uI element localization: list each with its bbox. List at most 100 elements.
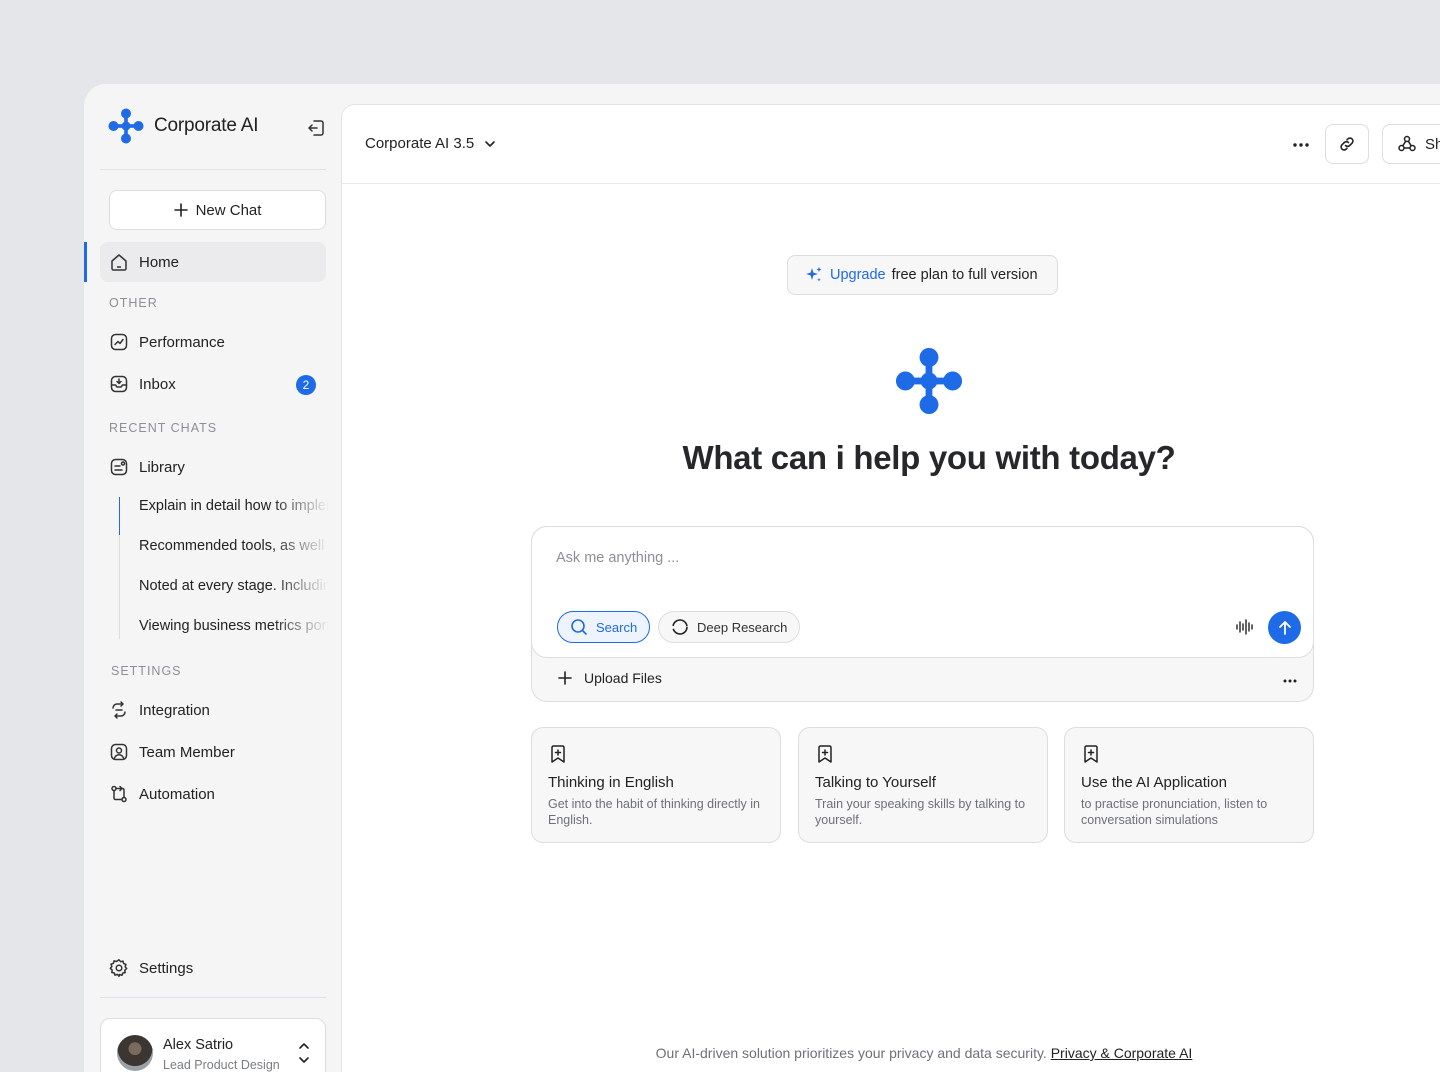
main-panel: Corporate AI 3.5 Share Upgrade free plan…	[341, 104, 1440, 1072]
chevron-down-icon	[485, 140, 496, 147]
privacy-link[interactable]: Privacy & Corporate AI	[1051, 1045, 1193, 1061]
user-name: Alex Satrio	[163, 1037, 234, 1053]
card-description: Train your speaking skills by talking to…	[815, 797, 1026, 827]
search-label: Search	[596, 619, 638, 635]
user-role: Lead Product Design	[163, 1058, 280, 1072]
share-icon	[1398, 135, 1416, 152]
bookmark-plus-icon	[551, 745, 565, 763]
section-label-other: OTHER	[109, 296, 158, 310]
sidebar-item-inbox[interactable]: Inbox 2	[100, 364, 326, 404]
sidebar-item-label: Automation	[139, 785, 215, 803]
upgrade-text: free plan to full version	[891, 267, 1038, 283]
plus-icon	[558, 671, 572, 685]
more-icon	[1293, 143, 1309, 147]
deep-research-label: Deep Research	[697, 619, 788, 635]
sidebar-item-performance[interactable]: Performance	[100, 322, 326, 362]
home-icon	[111, 254, 127, 271]
bookmark-plus-icon	[818, 745, 832, 763]
sidebar-item-label: Settings	[139, 959, 194, 977]
recent-chat-item[interactable]: Explain in detail how to implement	[139, 498, 329, 522]
sidebar-divider	[100, 169, 326, 170]
sparkle-icon	[806, 267, 822, 282]
recent-chat-item[interactable]: Recommended tools, as well as	[139, 538, 329, 562]
gear-icon	[109, 959, 128, 977]
sidebar-item-team-member[interactable]: Team Member	[100, 732, 326, 772]
suggestion-card[interactable]: Use the AI Application to practise pronu…	[1064, 727, 1314, 843]
section-label-settings: SETTINGS	[111, 664, 182, 678]
sidebar-item-label: Home	[139, 253, 180, 271]
new-chat-button[interactable]: New Chat	[109, 190, 326, 230]
integration-icon	[112, 701, 126, 719]
bookmark-plus-icon	[1084, 745, 1098, 763]
sidebar-item-label: Performance	[139, 333, 225, 351]
sidebar-item-label: Team Member	[139, 743, 235, 761]
card-title: Talking to Yourself	[815, 774, 936, 791]
composer-input-area: Search Deep Research	[531, 526, 1314, 658]
arrow-up-icon	[1278, 620, 1291, 635]
send-button[interactable]	[1268, 611, 1301, 644]
deep-research-toggle[interactable]: Deep Research	[658, 611, 801, 643]
section-label-recent: RECENT CHATS	[109, 421, 218, 435]
share-label: Share	[1425, 135, 1440, 153]
more-options-button[interactable]	[1287, 131, 1315, 159]
sidebar-item-automation[interactable]: Automation	[100, 774, 326, 814]
upload-files-button[interactable]: Upload Files	[558, 670, 662, 686]
privacy-text: Our AI-driven solution prioritizes your …	[655, 1045, 1047, 1061]
model-selector[interactable]: Corporate AI 3.5	[365, 135, 496, 152]
chevron-updown-icon[interactable]	[297, 1039, 311, 1067]
upgrade-banner[interactable]: Upgrade free plan to full version	[787, 255, 1058, 295]
library-icon	[110, 458, 128, 476]
performance-icon	[110, 333, 128, 351]
model-name: Corporate AI 3.5	[365, 135, 475, 152]
inbox-badge: 2	[296, 375, 316, 395]
recent-active-line	[119, 497, 120, 535]
logo-icon	[108, 108, 144, 144]
recent-chat-item[interactable]: Noted at every stage. Including	[139, 578, 329, 602]
suggestion-card[interactable]: Thinking in English Get into the habit o…	[531, 727, 781, 843]
collapse-icon	[308, 120, 324, 136]
copy-link-button[interactable]	[1325, 124, 1369, 164]
brand[interactable]: Corporate AI	[108, 108, 258, 144]
link-icon	[1340, 137, 1354, 151]
privacy-note: Our AI-driven solution prioritizes your …	[342, 1045, 1440, 1061]
team-icon	[110, 743, 128, 761]
recent-guide-line	[119, 535, 120, 639]
sidebar-item-library[interactable]: Library	[100, 447, 326, 487]
recent-chat-item[interactable]: Viewing business metrics portal	[139, 618, 329, 642]
suggestion-card[interactable]: Talking to Yourself Train your speaking …	[798, 727, 1048, 843]
collapse-sidebar-button[interactable]	[304, 116, 328, 140]
app-window: Corporate AI New Chat Home OTHER Perform…	[84, 84, 1440, 1072]
sidebar-item-home[interactable]: Home	[100, 242, 326, 282]
share-button[interactable]: Share	[1382, 124, 1440, 164]
user-profile-card[interactable]: Alex Satrio Lead Product Design	[100, 1018, 326, 1072]
chat-composer: Search Deep Research Upload Files	[531, 526, 1314, 702]
sidebar-divider	[100, 997, 326, 998]
sidebar-item-integration[interactable]: Integration	[100, 690, 326, 730]
voice-input-button[interactable]	[1232, 615, 1256, 639]
plus-icon	[173, 203, 188, 217]
topbar: Corporate AI 3.5 Share	[342, 105, 1440, 184]
card-description: Get into the habit of thinking directly …	[548, 797, 760, 827]
card-description: to practise pronunciation, listen to con…	[1081, 797, 1268, 827]
search-icon	[571, 619, 587, 635]
automation-icon	[111, 785, 127, 803]
circle-icon	[672, 619, 688, 635]
search-toggle[interactable]: Search	[557, 611, 651, 643]
avatar	[117, 1035, 153, 1071]
inbox-icon	[110, 375, 128, 393]
composer-more-button[interactable]	[1278, 669, 1302, 693]
upgrade-link[interactable]: Upgrade	[830, 267, 886, 283]
sidebar-item-settings[interactable]: Settings	[100, 948, 326, 988]
sidebar-item-label: Library	[139, 458, 185, 476]
prompt-input[interactable]	[556, 547, 1256, 569]
page-title: What can i help you with today?	[682, 439, 1176, 476]
upload-label: Upload Files	[584, 670, 662, 686]
sidebar-item-label: Integration	[139, 701, 210, 719]
card-title: Thinking in English	[548, 774, 674, 791]
active-indicator	[84, 242, 87, 282]
new-chat-label: New Chat	[195, 201, 262, 219]
waveform-icon	[1236, 619, 1253, 635]
sidebar-item-label: Inbox	[139, 375, 176, 393]
card-title: Use the AI Application	[1081, 774, 1227, 791]
more-icon	[1283, 679, 1297, 683]
